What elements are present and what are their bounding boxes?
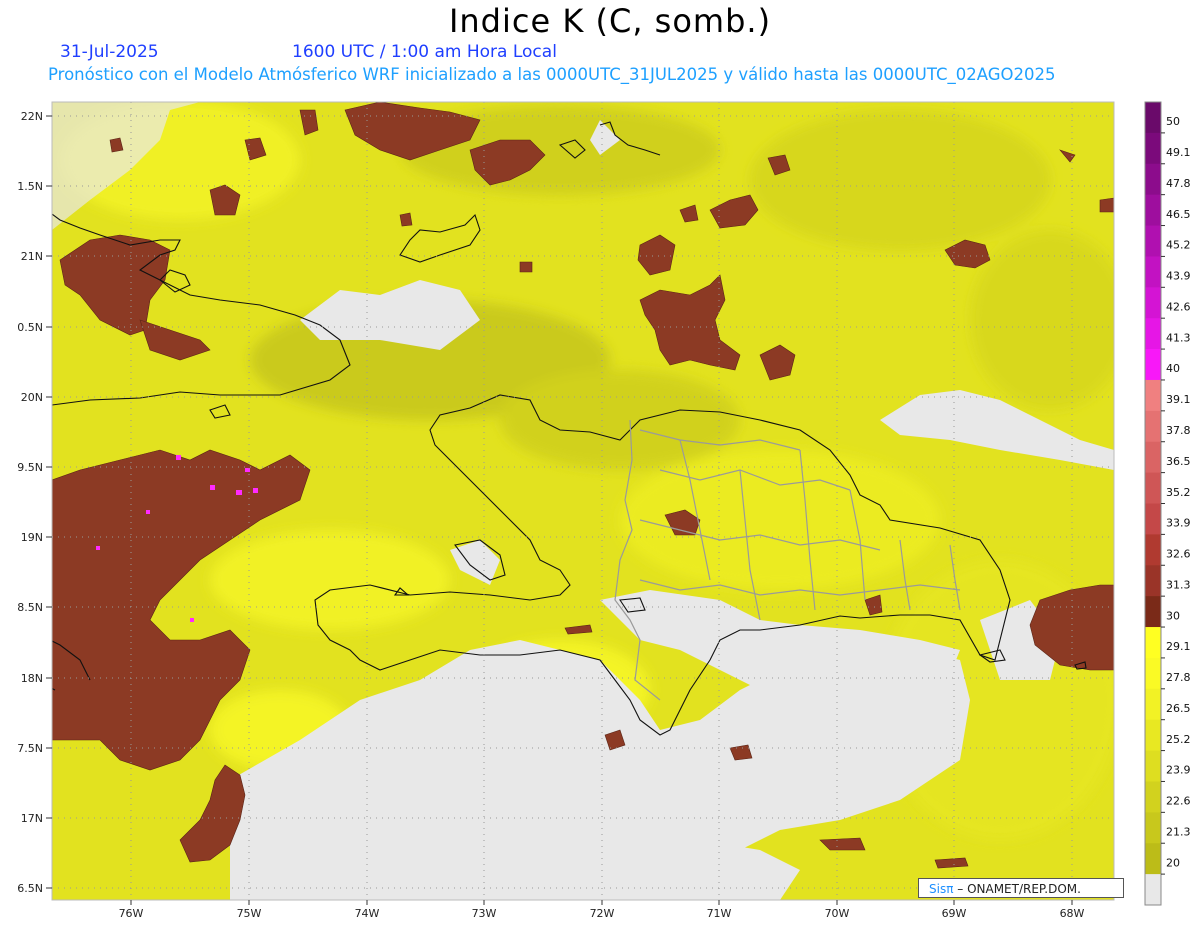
colorbar-swatch (1145, 441, 1161, 474)
colorbar-swatch (1145, 379, 1161, 412)
lon-label: 74W (355, 907, 380, 920)
colorbar-swatch (1145, 256, 1161, 288)
model-info: Pronóstico con el Modelo Atmósferico WRF… (48, 65, 1056, 84)
colorbar: 50 49.1 47.8 46.5 45.2 43.9 42.6 41.3 40 39.1 37.8… (1144, 101, 1191, 906)
credit-text: – ONAMET/REP.DOM. (953, 882, 1081, 896)
sispi-logo: Sisπ (929, 882, 954, 896)
lat-label: 9.5N (17, 461, 43, 474)
forecast-date: 31-Jul-2025 (60, 42, 159, 62)
colorbar-swatch (1145, 627, 1161, 659)
colorbar-swatch (1145, 565, 1161, 597)
colorbar-swatch (1145, 719, 1161, 752)
colorbar-swatch (1145, 688, 1161, 721)
lon-label: 68W (1060, 907, 1085, 920)
lat-label: 18N (21, 672, 43, 685)
colorbar-label: 22.6 (1166, 795, 1191, 808)
lat-label: 8.5N (17, 601, 43, 614)
colorbar-label: 30 (1166, 609, 1180, 622)
colorbar-swatch (1145, 132, 1161, 165)
lon-label: 75W (237, 907, 262, 920)
lon-label: 72W (590, 907, 615, 920)
colorbar-label: 35.2 (1166, 486, 1191, 499)
colorbar-swatch (1145, 874, 1161, 906)
colorbar-swatch (1145, 225, 1161, 257)
colorbar-swatch (1145, 287, 1161, 319)
lat-label: 7.5N (17, 742, 43, 755)
colorbar-label: 25.2 (1166, 733, 1191, 746)
colorbar-swatch (1145, 657, 1161, 690)
colorbar-label: 23.9 (1166, 764, 1191, 777)
forecast-time: 1600 UTC / 1:00 am Hora Local (292, 42, 557, 62)
colorbar-label: 29.1 (1166, 640, 1191, 653)
colorbar-label: 26.5 (1166, 702, 1191, 715)
lat-label: 17N (21, 812, 43, 825)
lon-label: 69W (942, 907, 967, 920)
lon-label: 70W (825, 907, 850, 920)
lat-label: 0.5N (17, 321, 43, 334)
colorbar-swatch (1145, 750, 1161, 782)
colorbar-label: 32.6 (1166, 548, 1191, 561)
colorbar-swatch (1145, 503, 1161, 535)
colorbar-swatch (1145, 318, 1161, 350)
colorbar-swatch (1145, 102, 1161, 134)
lon-label: 73W (472, 907, 497, 920)
colorbar-label: 20 (1166, 856, 1180, 869)
colorbar-label: 41.3 (1166, 331, 1191, 344)
colorbar-label: 33.9 (1166, 517, 1191, 530)
longitude-labels: 76W 75W 74W 73W 72W 71W 70W 69W 68W (119, 907, 1085, 920)
colorbar-swatch (1145, 163, 1161, 196)
colorbar-label: 39.1 (1166, 393, 1191, 406)
lon-label: 71W (707, 907, 732, 920)
colorbar-swatch (1145, 843, 1161, 875)
lat-label: 19N (21, 531, 43, 544)
colorbar-label: 31.3 (1166, 578, 1191, 591)
colorbar-label: 47.8 (1166, 177, 1191, 190)
colorbar-label: 36.5 (1166, 455, 1191, 468)
map-title: Indice K (C, somb.) (448, 2, 772, 40)
weather-map: 22N 1.5N 21N 0.5N 20N 9.5N 19N 8.5N 18N … (17, 101, 1191, 920)
lon-label: 76W (119, 907, 144, 920)
colorbar-swatch (1145, 472, 1161, 504)
lat-label: 6.5N (17, 882, 43, 895)
colorbar-label: 40 (1166, 362, 1180, 375)
colorbar-swatch (1145, 410, 1161, 443)
colorbar-label: 46.5 (1166, 208, 1191, 221)
colorbar-swatch (1145, 596, 1161, 628)
colorbar-label: 45.2 (1166, 239, 1191, 252)
lat-label: 20N (21, 391, 43, 404)
colorbar-label: 21.3 (1166, 826, 1191, 839)
colorbar-swatch (1145, 349, 1161, 381)
colorbar-label: 37.8 (1166, 424, 1191, 437)
colorbar-label: 42.6 (1166, 300, 1191, 313)
colorbar-label: 43.9 (1166, 270, 1191, 283)
colorbar-swatch (1145, 781, 1161, 813)
latitude-labels: 22N 1.5N 21N 0.5N 20N 9.5N 19N 8.5N 18N … (17, 110, 43, 895)
colorbar-swatch (1145, 812, 1161, 844)
colorbar-label: 27.8 (1166, 671, 1191, 684)
colorbar-label: 49.1 (1166, 146, 1191, 159)
colorbar-swatch (1145, 194, 1161, 227)
credit-box: Sisπ – ONAMET/REP.DOM. (918, 878, 1124, 898)
colorbar-label: 50 (1166, 115, 1180, 128)
lat-label: 21N (21, 250, 43, 263)
lat-label: 22N (21, 110, 43, 123)
colorbar-swatch (1145, 534, 1161, 566)
lat-label: 1.5N (17, 180, 43, 193)
